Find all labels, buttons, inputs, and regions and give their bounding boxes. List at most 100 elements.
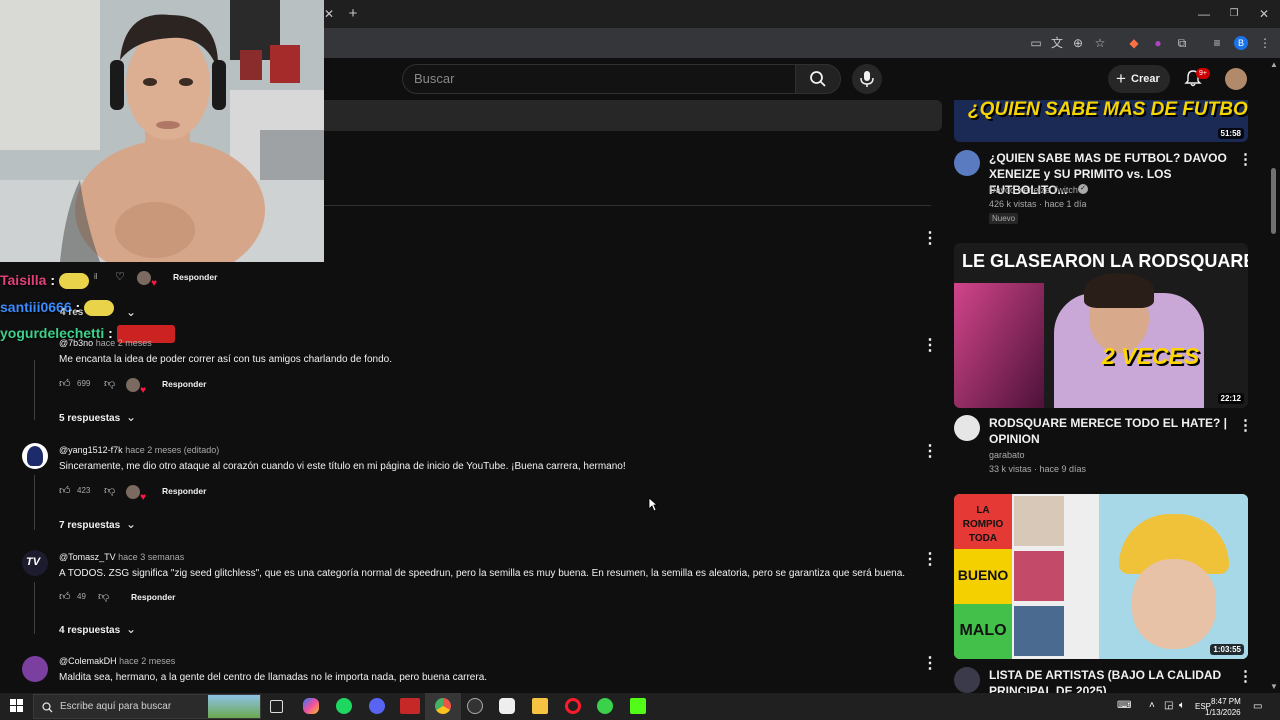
account-avatar[interactable] — [1225, 68, 1247, 90]
new-tab-icon[interactable]: + — [346, 6, 360, 21]
comment-avatar[interactable] — [22, 656, 48, 682]
cast-icon[interactable]: ▭ — [1029, 36, 1043, 50]
reply-button[interactable]: Responder — [131, 592, 175, 602]
spotify-icon[interactable] — [336, 698, 352, 714]
comment-username[interactable]: @7b3no — [59, 338, 93, 348]
dislike-icon[interactable]: ♡ — [115, 270, 125, 283]
comment-menu-icon[interactable]: ⋮ — [922, 228, 938, 248]
create-button[interactable]: + Crear — [1108, 65, 1170, 93]
app-icon[interactable] — [400, 698, 420, 714]
chevron-down-icon[interactable]: ⌄ — [126, 410, 136, 424]
opera-icon[interactable] — [565, 698, 581, 714]
channel-name[interactable]: Davoo Xeneize Twitch — [989, 185, 1078, 195]
close-window-icon[interactable]: ✕ — [1257, 7, 1271, 21]
video-menu-icon[interactable]: ⋮ — [1238, 416, 1253, 434]
comment-menu-icon[interactable]: ⋮ — [922, 549, 938, 569]
reply-button[interactable]: Responder — [162, 379, 206, 389]
comment-menu-icon[interactable]: ⋮ — [922, 335, 938, 355]
chevron-down-icon[interactable]: ⌄ — [126, 305, 136, 319]
video-duration: 51:58 — [1217, 128, 1244, 139]
taskbar-search-input[interactable]: Escribe aquí para buscar — [33, 694, 261, 719]
kick-icon[interactable] — [630, 698, 646, 714]
translate-icon[interactable]: 文 — [1050, 36, 1064, 50]
webcam-overlay — [0, 0, 324, 262]
dislike-icon[interactable]: 👎︎ — [104, 484, 115, 497]
copilot-icon[interactable] — [303, 698, 319, 714]
search-icon — [810, 71, 826, 87]
replies-toggle[interactable]: 5 respuestas — [59, 413, 120, 424]
tab-search-icon[interactable]: ≡ — [1210, 36, 1224, 50]
volume-icon[interactable]: 🔈︎ — [1179, 700, 1185, 711]
video-meta: 426 k vistas · hace 1 día — [989, 199, 1087, 209]
video-menu-icon[interactable]: ⋮ — [1238, 150, 1253, 168]
comment-avatar[interactable]: TV — [22, 550, 48, 576]
voice-search-button[interactable] — [852, 64, 882, 94]
app-icon[interactable] — [597, 698, 613, 714]
comment-username[interactable]: @Tomasz_TV — [59, 552, 116, 562]
kebab-menu-icon[interactable]: ⋮ — [1258, 36, 1272, 50]
mouse-cursor-icon — [648, 497, 658, 512]
task-view-icon[interactable] — [270, 700, 283, 713]
microphone-icon — [860, 71, 874, 87]
comment-menu-icon[interactable]: ⋮ — [922, 653, 938, 673]
dislike-icon[interactable]: 👎︎ — [98, 590, 109, 603]
comment-username[interactable]: @yang1512-f7k — [59, 445, 123, 455]
search-button[interactable] — [795, 64, 841, 94]
webcam-image — [0, 0, 324, 262]
reply-button[interactable]: Responder — [162, 486, 206, 496]
channel-avatar[interactable] — [954, 150, 980, 176]
video-thumbnail[interactable]: LE GLASEARON LA RODSQUARE 2 VECES 22:12 — [954, 243, 1248, 408]
like-icon[interactable]: 👍︎ — [59, 484, 71, 497]
bookmark-star-icon[interactable]: ☆ — [1093, 36, 1107, 50]
obs-icon[interactable] — [467, 698, 483, 714]
network-icon[interactable]: ◲ — [1164, 700, 1173, 711]
video-title[interactable]: RODSQUARE MERECE TODO EL HATE? | OPINION — [989, 415, 1229, 447]
close-tab-icon[interactable]: ✕ — [322, 7, 336, 21]
chat-message: Taisilla : — [0, 272, 89, 290]
clock-time[interactable]: 8:47 PM — [1211, 697, 1241, 706]
chevron-up-icon[interactable]: ˄ — [1149, 700, 1155, 711]
replies-toggle[interactable]: 4 respuestas — [59, 625, 120, 636]
clock-date[interactable]: 1/13/2026 — [1205, 708, 1241, 717]
scroll-down-icon[interactable]: ▼ — [1270, 682, 1278, 691]
keyboard-icon[interactable]: ⌨ — [1117, 700, 1131, 711]
video-thumbnail[interactable]: LA ROMPIO TODA BUENO MALO 1:03:55 — [954, 494, 1248, 659]
replies-toggle[interactable]: 7 respuestas — [59, 520, 120, 531]
channel-avatar[interactable] — [954, 667, 980, 693]
search-input[interactable]: Buscar — [402, 64, 796, 94]
app-icon[interactable] — [499, 698, 515, 714]
channel-avatar[interactable] — [954, 415, 980, 441]
video-thumbnail[interactable]: ¿QUIEN SABE MAS DE FUTBOL? 51:58 — [954, 100, 1248, 142]
verified-icon: ✓ — [1078, 184, 1088, 194]
replies-toggle[interactable]: 4 res — [60, 307, 83, 318]
notification-center-icon[interactable]: ▭ — [1253, 701, 1262, 712]
comment-avatar[interactable] — [22, 443, 48, 469]
scroll-up-icon[interactable]: ▲ — [1270, 60, 1278, 69]
windows-start-icon[interactable] — [10, 699, 23, 717]
video-menu-icon[interactable]: ⋮ — [1238, 667, 1253, 685]
like-icon[interactable]: 👍︎ — [59, 590, 71, 603]
minimize-icon[interactable]: — — [1197, 7, 1211, 21]
chat-message: santiii0666 : — [0, 299, 115, 317]
reply-button[interactable]: Responder — [173, 272, 217, 282]
extension-icon[interactable]: ● — [1151, 36, 1165, 50]
profile-icon[interactable]: B — [1234, 36, 1248, 50]
file-explorer-icon[interactable] — [532, 698, 548, 714]
like-icon[interactable]: 👍︎ — [59, 377, 71, 390]
chevron-down-icon[interactable]: ⌄ — [126, 517, 136, 531]
notifications-badge: 9+ — [1196, 68, 1210, 79]
comment-menu-icon[interactable]: ⋮ — [922, 441, 938, 461]
discord-icon[interactable] — [369, 698, 385, 714]
chevron-down-icon[interactable]: ⌄ — [126, 622, 136, 636]
extension-icon[interactable]: ◆ — [1127, 36, 1141, 50]
restore-icon[interactable]: ❐ — [1227, 7, 1241, 21]
page-scrollbar-thumb[interactable] — [1271, 168, 1276, 234]
dislike-icon[interactable]: 👎︎ — [104, 377, 115, 390]
comment-username[interactable]: @ColemakDH — [59, 656, 117, 666]
comment-header: @7b3no hace 2 meses — [59, 338, 152, 348]
channel-name[interactable]: garabato — [989, 450, 1025, 460]
comment-header: @Tomasz_TV hace 3 semanas — [59, 552, 184, 562]
zoom-icon[interactable]: ⊕ — [1071, 36, 1085, 50]
extensions-puzzle-icon[interactable]: ⧉ — [1175, 36, 1189, 50]
comment-text: Maldita sea, hermano, a la gente del cen… — [59, 672, 488, 683]
